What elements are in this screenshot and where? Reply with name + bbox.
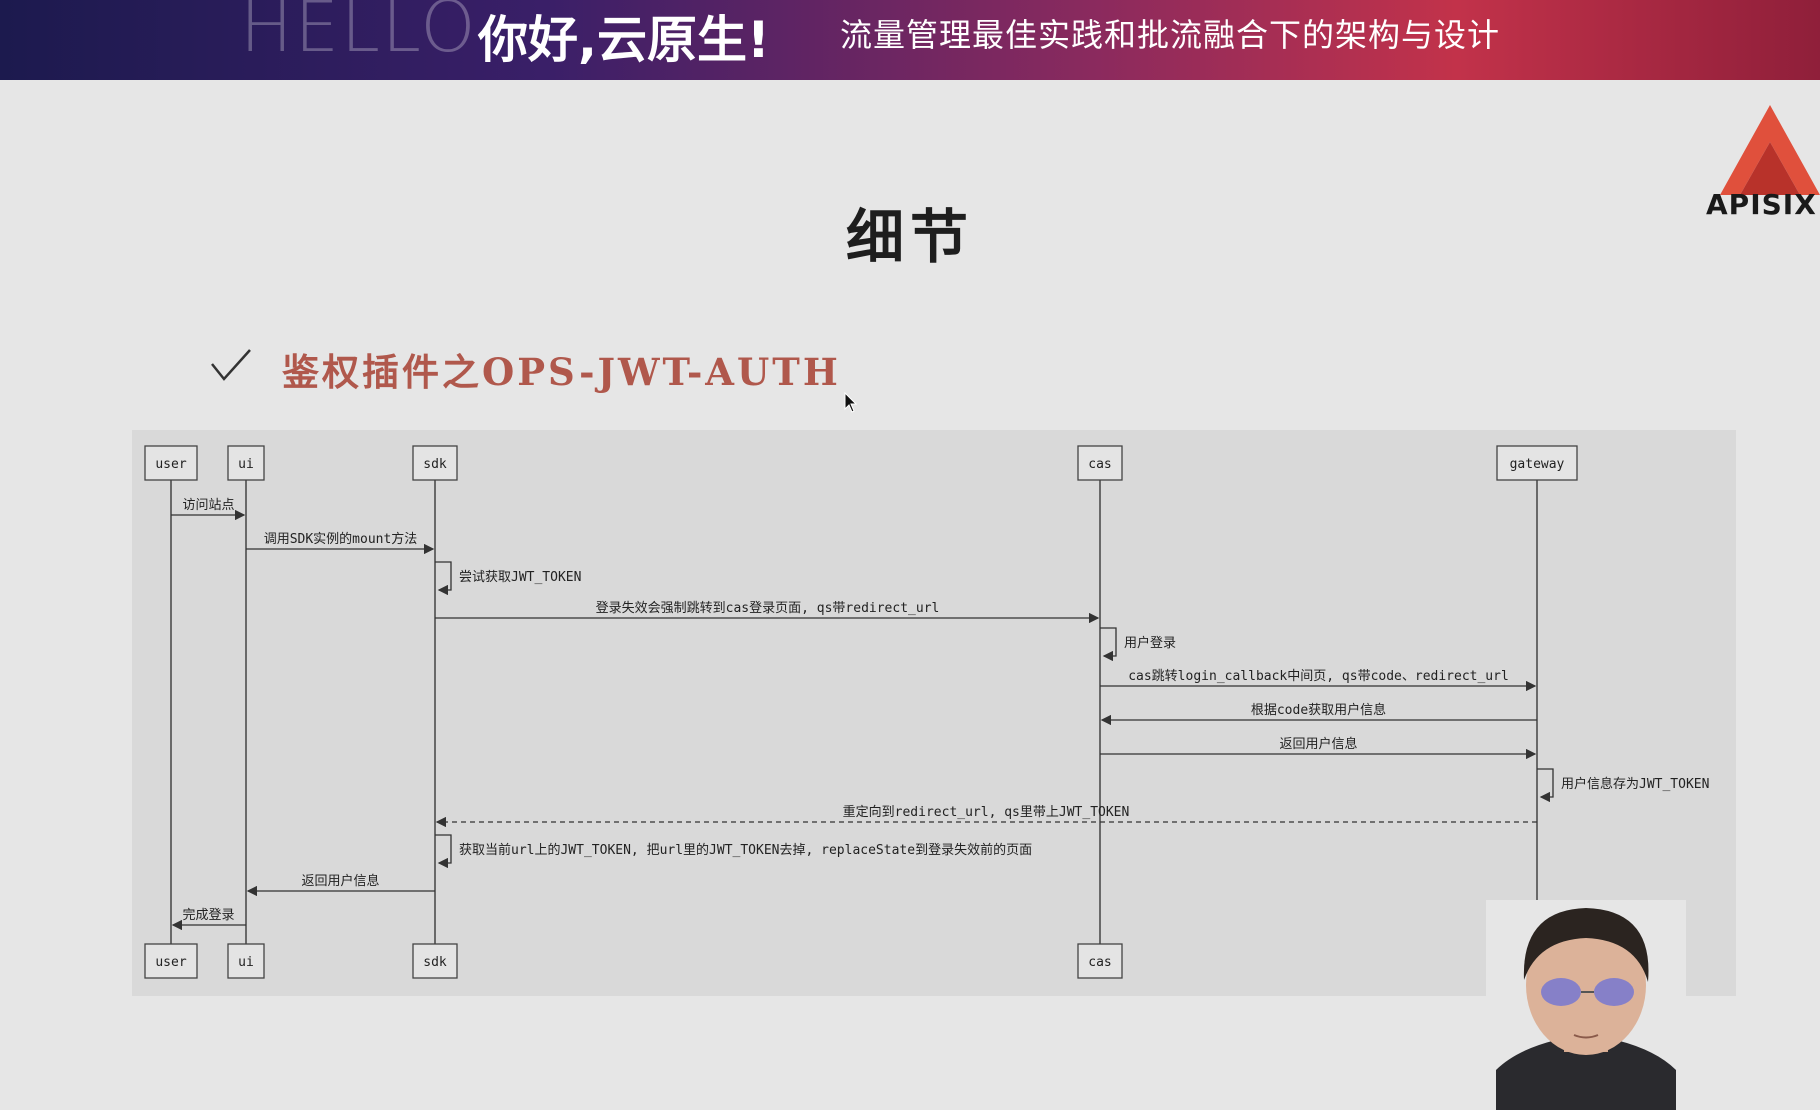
presenter-image [1486,900,1686,1110]
checkmark-icon [211,349,251,381]
section-title: 鉴权插件之OPS-JWT-AUTH [282,350,841,394]
self-message-arrow [435,561,452,596]
participant-label-ui: ui [238,457,254,472]
mouse-cursor-icon [844,392,858,413]
message-label: 根据code获取用户信息 [1251,702,1386,718]
message-label: 返回用户信息 [301,873,379,889]
message-label: 用户登录 [1124,635,1176,651]
participant-label-user: user [155,457,186,472]
event-banner: HELLO 你好,云原生! 流量管理最佳实践和批流融合下的架构与设计 [0,0,1820,80]
banner-main-title: 你好,云原生! [478,11,770,69]
banner-hello-text: HELLO [240,0,478,68]
message-label: 重定向到redirect_url, qs里带上JWT_TOKEN [843,804,1130,820]
message-label: 完成登录 [182,908,234,923]
message-label: 访问站点 [182,498,234,513]
presenter-video [1486,900,1686,1110]
self-message-arrow [435,834,452,869]
participant-label-ui: ui [238,955,254,970]
message-label: 登录失效会强制跳转到cas登录页面, qs带redirect_url [596,601,940,616]
participant-label-sdk: sdk [423,955,447,970]
message-label: 尝试获取JWT_TOKEN [459,570,581,585]
participant-label-cas: cas [1088,955,1111,970]
participant-label-user: user [155,955,186,970]
message-label: 返回用户信息 [1279,736,1357,752]
participant-label-cas: cas [1088,457,1111,472]
message-label: cas跳转login_callback中间页, qs带code、redirect… [1128,669,1509,684]
banner-subtitle: 流量管理最佳实践和批流融合下的架构与设计 [840,16,1501,54]
message-label: 用户信息存为JWT_TOKEN [1561,776,1709,792]
self-message-arrow [1537,768,1554,803]
slide-title: 细节 [845,203,974,271]
participant-label-gateway: gateway [1510,457,1565,472]
self-message-arrow [1100,627,1117,662]
participant-label-sdk: sdk [423,457,447,472]
message-label: 获取当前url上的JWT_TOKEN, 把url里的JWT_TOKEN去掉, r… [459,842,1032,858]
message-label: 调用SDK实例的mount方法 [264,531,418,547]
